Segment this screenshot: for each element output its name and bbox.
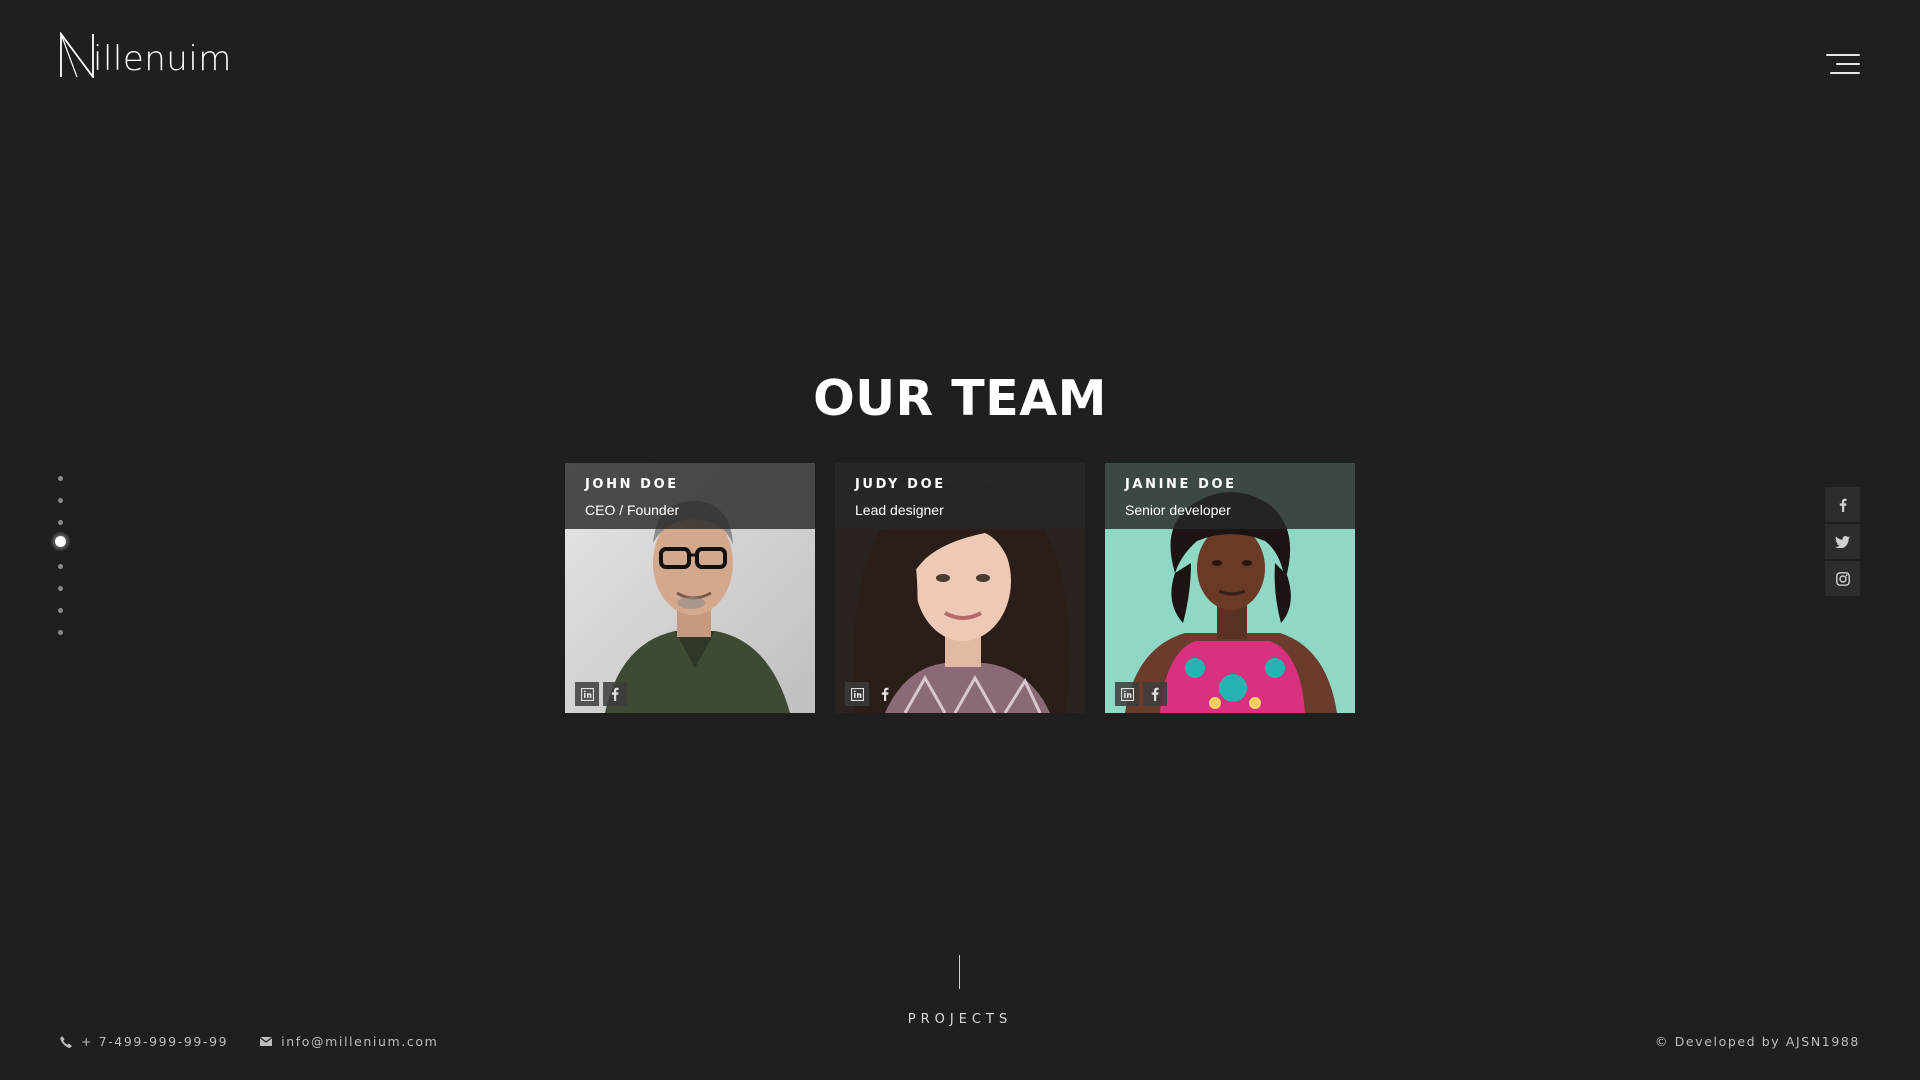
menu-button[interactable]: [1824, 54, 1860, 78]
page: illenuim OUR TEAM JOHN DOE CEO / Founder…: [0, 0, 1920, 1080]
linkedin-icon: [1120, 687, 1134, 701]
member-name: JANINE DOE: [1125, 477, 1237, 492]
logo[interactable]: illenuim: [59, 28, 232, 78]
email-address: info@millenium.com: [281, 1034, 439, 1049]
twitter-icon: [1835, 535, 1850, 548]
logo-text: illenuim: [93, 39, 232, 79]
facebook-icon: [611, 687, 619, 701]
nav-dot[interactable]: [58, 564, 63, 569]
linkedin-button[interactable]: [845, 682, 869, 706]
phone-number: + 7-499-999-99-99: [81, 1034, 229, 1049]
nav-dot[interactable]: [58, 586, 63, 591]
copyright: © Developed by AJSN1988: [1655, 1034, 1860, 1049]
phone-icon: [60, 1035, 72, 1048]
envelope-icon: [260, 1037, 273, 1046]
scroll-indicator-line: [959, 955, 960, 989]
hamburger-icon-line: [1830, 72, 1860, 74]
hamburger-icon-line: [1826, 54, 1860, 56]
nav-dot[interactable]: [58, 630, 63, 635]
logo-mark-icon: [60, 32, 94, 78]
hamburger-icon-line: [1836, 63, 1860, 65]
member-name: JUDY DOE: [855, 477, 946, 492]
member-role: CEO / Founder: [585, 502, 680, 518]
facebook-icon: [881, 687, 889, 701]
nav-dot[interactable]: [58, 498, 63, 503]
member-role: Lead designer: [855, 502, 944, 518]
team-card[interactable]: JOHN DOE CEO / Founder: [565, 463, 815, 713]
facebook-icon: [1839, 498, 1847, 512]
linkedin-button[interactable]: [1115, 682, 1139, 706]
card-header: JANINE DOE Senior developer: [1105, 463, 1355, 529]
next-section-link[interactable]: PROJECTS: [0, 1012, 1920, 1027]
member-social-links: [575, 682, 627, 706]
facebook-button[interactable]: [1143, 682, 1167, 706]
nav-dot[interactable]: [58, 520, 63, 525]
linkedin-icon: [850, 687, 864, 701]
card-header: JOHN DOE CEO / Founder: [565, 463, 815, 529]
card-header: JUDY DOE Lead designer: [835, 463, 1085, 529]
member-name: JOHN DOE: [585, 477, 679, 492]
member-social-links: [1115, 682, 1167, 706]
nav-dot-active[interactable]: [53, 534, 68, 549]
nav-dot[interactable]: [58, 476, 63, 481]
section-title: OUR TEAM: [813, 370, 1107, 427]
twitter-link[interactable]: [1825, 524, 1860, 559]
linkedin-button[interactable]: [575, 682, 599, 706]
email-contact[interactable]: info@millenium.com: [260, 1034, 438, 1049]
instagram-link[interactable]: [1825, 561, 1860, 596]
nav-dot[interactable]: [58, 608, 63, 613]
member-role: Senior developer: [1125, 502, 1231, 518]
team-card[interactable]: JUDY DOE Lead designer: [835, 463, 1085, 713]
facebook-link[interactable]: [1825, 487, 1860, 522]
side-social-bar: [1825, 487, 1860, 598]
instagram-icon: [1835, 571, 1850, 586]
phone-contact[interactable]: + 7-499-999-99-99: [60, 1034, 228, 1049]
facebook-button[interactable]: [603, 682, 627, 706]
footer-contacts: + 7-499-999-99-99 info@millenium.com: [60, 1034, 438, 1049]
linkedin-icon: [580, 687, 594, 701]
team-card[interactable]: JANINE DOE Senior developer: [1105, 463, 1355, 713]
member-social-links: [845, 682, 897, 706]
facebook-icon: [1151, 687, 1159, 701]
facebook-button[interactable]: [873, 682, 897, 706]
